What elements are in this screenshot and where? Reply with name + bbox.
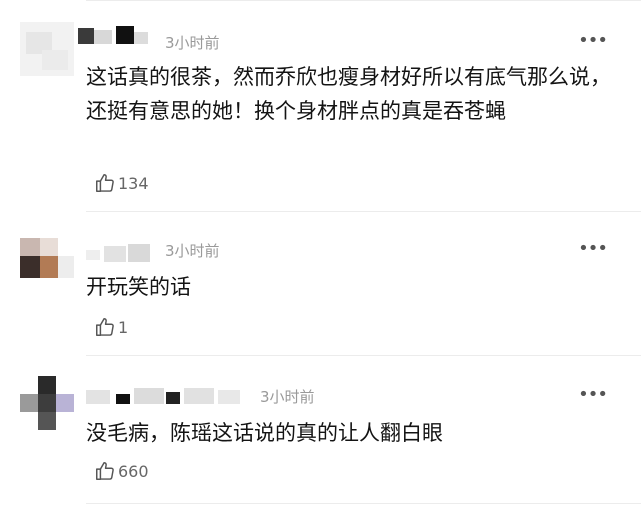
username-blurred[interactable] (86, 386, 256, 406)
thumbs-up-icon (96, 318, 114, 336)
comment-item: 3小时前 ••• 没毛病，陈瑶这话说的真的让人翻白眼 660 (0, 356, 641, 510)
comment-item: 3小时前 ••• 开玩笑的话 1 (0, 212, 641, 356)
more-dots-icon[interactable]: ••• (578, 384, 608, 405)
like-button[interactable]: 660 (94, 460, 149, 482)
like-count: 660 (118, 461, 149, 481)
more-dots-icon[interactable]: ••• (578, 30, 608, 51)
username-blurred[interactable] (78, 26, 158, 46)
avatar[interactable] (20, 376, 74, 430)
divider (86, 503, 641, 504)
comment-time: 3小时前 (165, 34, 220, 52)
like-count: 134 (118, 173, 149, 193)
thumbs-up-icon (96, 174, 114, 192)
comment-time: 3小时前 (260, 388, 315, 406)
like-button[interactable]: 134 (94, 172, 149, 194)
like-button[interactable]: 1 (94, 316, 128, 338)
more-dots-icon[interactable]: ••• (578, 238, 608, 259)
username-blurred[interactable] (86, 244, 158, 264)
comment-item: 3小时前 ••• 这话真的很茶，然而乔欣也瘦身材好所以有底气那么说，还挺有意思的… (0, 0, 641, 212)
comment-text: 开玩笑的话 (86, 275, 191, 299)
avatar[interactable] (20, 22, 74, 76)
like-count: 1 (118, 317, 129, 337)
avatar[interactable] (20, 238, 74, 292)
comment-text: 这话真的很茶，然而乔欣也瘦身材好所以有底气那么说，还挺有意思的她！换个身材胖点的… (86, 65, 611, 123)
comment-time: 3小时前 (165, 242, 220, 260)
thumbs-up-icon (96, 462, 114, 480)
comment-text: 没毛病，陈瑶这话说的真的让人翻白眼 (86, 421, 443, 445)
